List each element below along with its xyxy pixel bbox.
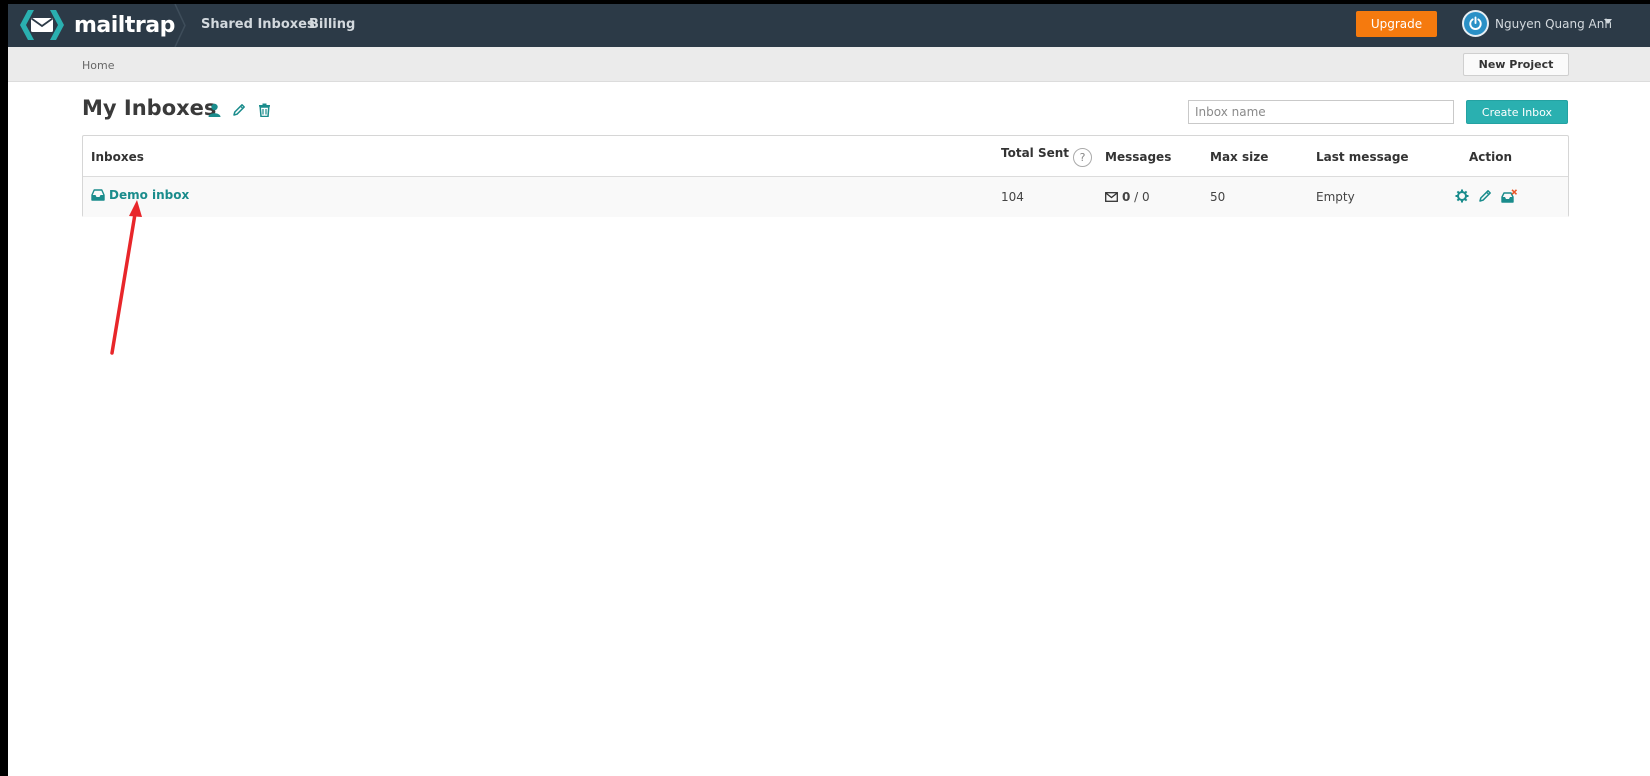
column-header-total-sent-label: Total Sent [1001,146,1070,160]
gear-icon[interactable] [1453,187,1471,205]
mailtrap-logo-icon [16,10,68,40]
column-header-inboxes: Inboxes [91,150,144,164]
help-icon[interactable]: ? [1073,148,1093,167]
inboxes-table: Inboxes Total Sent? Messages Max size La… [82,135,1569,217]
pencil-icon[interactable] [231,102,247,118]
user-name[interactable]: Nguyen Quang Anh [1495,17,1612,31]
top-navbar: mailtrap Shared Inboxes Billing Upgrade … [8,4,1650,47]
inbox-link-demo[interactable]: Demo inbox [109,188,189,202]
caret-down-icon[interactable] [1604,19,1612,24]
column-header-action: Action [1469,150,1513,164]
inbox-tray-icon [91,189,105,201]
column-header-total-sent: Total Sent? [1001,146,1093,167]
inbox-name-cell[interactable]: Demo inbox [91,188,189,202]
trash-icon[interactable] [256,102,272,118]
inbox-name-search-input[interactable] [1188,100,1454,124]
nav-billing-link[interactable]: Billing [309,17,355,32]
nav-separator [174,4,186,47]
page-title: My Inboxes [82,96,217,120]
messages-separator: / [1130,190,1143,204]
breadcrumb-bar: Home New Project [8,47,1650,82]
person-icon[interactable] [206,102,222,118]
messages-cell: 0 / 0 [1105,190,1150,204]
breadcrumb-home[interactable]: Home [82,59,114,72]
messages-total-count: 0 [1142,190,1150,204]
new-project-button[interactable]: New Project [1463,53,1569,76]
table-row: Demo inbox 104 0 / 0 50 Empty [83,177,1568,217]
table-header: Inboxes Total Sent? Messages Max size La… [83,136,1568,177]
logo-text: mailtrap [74,12,175,38]
pencil-icon[interactable] [1476,187,1494,205]
project-actions [206,102,272,118]
last-message-cell: Empty [1316,190,1355,204]
power-icon[interactable] [1462,10,1489,37]
clear-inbox-icon[interactable] [1500,187,1518,205]
envelope-icon [1105,192,1118,202]
create-inbox-button[interactable]: Create Inbox [1466,100,1568,124]
mailtrap-logo[interactable]: mailtrap [16,8,175,42]
max-size-cell: 50 [1210,190,1226,204]
app-frame: mailtrap Shared Inboxes Billing Upgrade … [8,4,1650,776]
column-header-last-message: Last message [1316,150,1409,164]
messages-unread-count: 0 [1122,190,1131,204]
upgrade-button[interactable]: Upgrade [1356,11,1437,37]
total-sent-cell: 104 [1001,190,1024,204]
nav-shared-inboxes-link[interactable]: Shared Inboxes [201,17,315,32]
column-header-messages: Messages [1105,150,1172,164]
column-header-max-size: Max size [1210,150,1269,164]
